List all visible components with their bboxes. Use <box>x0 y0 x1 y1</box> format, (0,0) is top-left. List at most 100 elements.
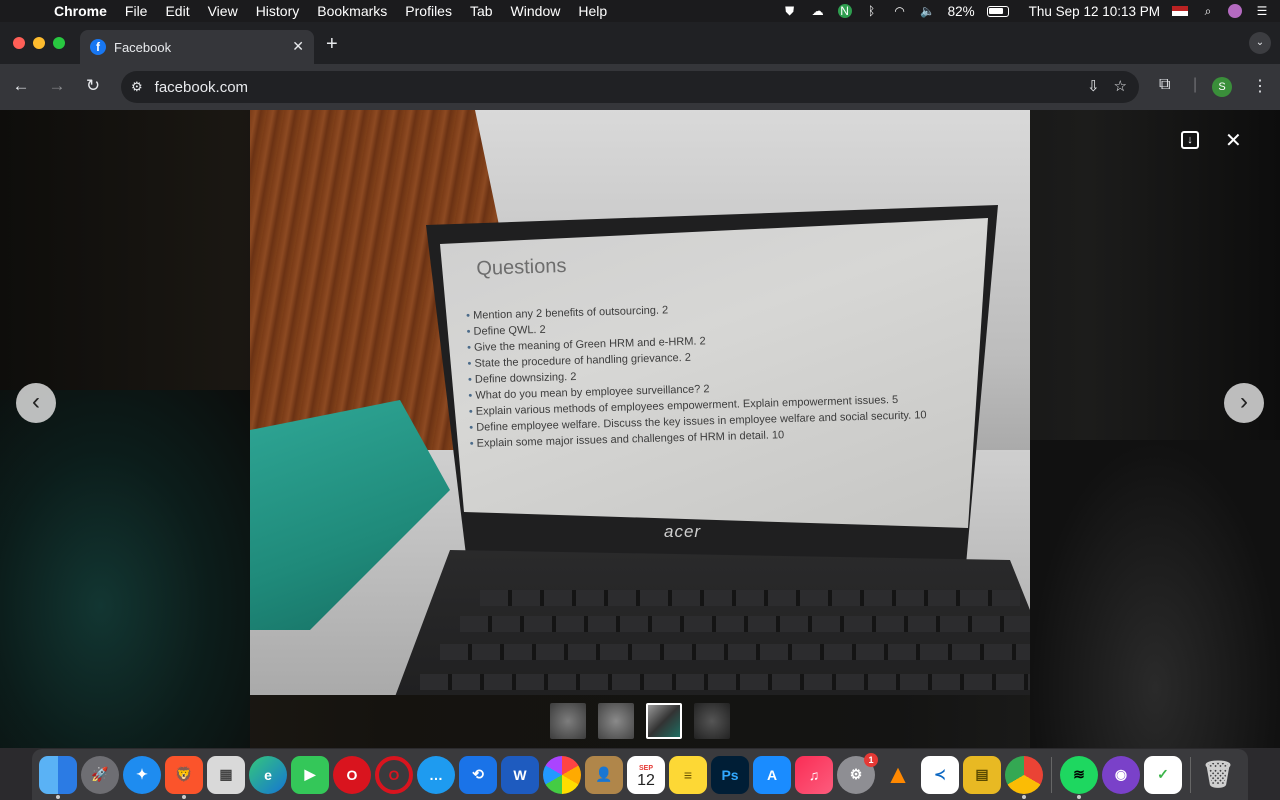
spotlight-search-icon[interactable]: ⌕ <box>1200 4 1216 18</box>
brave-browser-icon[interactable]: 🦁 <box>165 755 203 799</box>
system-settings-icon[interactable]: ⚙ 1 <box>837 752 878 794</box>
volume-icon[interactable]: 🔈 <box>920 4 936 18</box>
trash-icon[interactable]: 🗑 <box>1199 756 1237 794</box>
menu-history[interactable]: History <box>256 3 300 19</box>
facebook-icon: f <box>90 39 106 55</box>
bookmark-star-icon[interactable]: ☆ <box>1114 77 1127 95</box>
vscode-icon[interactable]: ≺ <box>921 755 959 794</box>
photoshop-icon[interactable]: Ps <box>711 755 749 794</box>
date-time[interactable]: Thu Sep 12 10:13 PM <box>1029 4 1160 19</box>
close-viewer-button[interactable]: ✕ <box>1225 128 1242 153</box>
safari-icon[interactable]: ✦ <box>123 755 161 794</box>
opera-icon[interactable]: O <box>333 755 371 794</box>
menu-file[interactable]: File <box>125 3 148 19</box>
site-info-icon[interactable]: ⚙ <box>131 79 143 95</box>
photos-icon[interactable] <box>543 755 581 794</box>
running-indicator <box>1022 794 1026 799</box>
shield-icon[interactable]: ⛊ <box>782 4 798 18</box>
minimize-window-button[interactable] <box>33 37 45 49</box>
keyboard-row <box>480 590 1020 606</box>
app-store-icon[interactable]: A <box>753 755 791 794</box>
slide-title: Questions <box>476 254 567 280</box>
menu-bookmarks[interactable]: Bookmarks <box>317 3 387 19</box>
running-indicator <box>1077 794 1081 799</box>
thumbnail[interactable] <box>598 703 634 739</box>
wifi-icon[interactable]: ◠ <box>892 4 908 18</box>
chrome-icon[interactable] <box>1005 755 1043 799</box>
battery-icon[interactable] <box>986 5 1009 17</box>
background-blur-left <box>0 390 250 748</box>
calendar-day: 12 <box>637 771 655 789</box>
tab-search-chevron-icon[interactable]: ⌄ <box>1249 32 1271 54</box>
chrome-tab-strip: f Facebook ✕ + ⌄ <box>0 22 1280 64</box>
control-center-icon[interactable]: ☰ <box>1254 4 1270 18</box>
zoom-window-button[interactable] <box>53 37 65 49</box>
calendar-icon[interactable]: SEP 12 <box>627 755 665 794</box>
omnibox-actions: ⇩ ☆ <box>1087 77 1127 95</box>
photo: Questions Mention any 2 benefits of outs… <box>250 110 1030 695</box>
address-bar[interactable]: ⚙ facebook.com ⇩ ☆ <box>121 71 1139 103</box>
cloud-icon[interactable]: ☁ <box>810 4 826 18</box>
calculator-icon[interactable]: ▦ <box>207 755 245 794</box>
laptop-brand-logo: acer <box>664 522 702 541</box>
dock-divider <box>1051 756 1052 793</box>
photo-thumbnails <box>550 703 730 739</box>
archive-utility-icon[interactable]: ▤ <box>963 755 1001 794</box>
menu-profiles[interactable]: Profiles <box>405 3 452 19</box>
slide-questions-list: Mention any 2 benefits of outsourcing. 2… <box>466 295 940 452</box>
thumbnail-selected[interactable] <box>646 703 682 739</box>
edge-browser-icon[interactable]: e <box>249 755 287 794</box>
extensions-puzzle-icon[interactable]: ⧉ <box>1159 76 1170 94</box>
finder-icon[interactable] <box>39 755 77 799</box>
close-window-button[interactable] <box>13 37 25 49</box>
menu-window[interactable]: Window <box>511 3 561 19</box>
facetime-icon[interactable]: ▶ <box>291 755 329 794</box>
menu-edit[interactable]: Edit <box>165 3 189 19</box>
siri-icon[interactable] <box>1228 4 1242 18</box>
notes-icon[interactable]: ≡ <box>669 755 707 794</box>
profile-avatar[interactable]: S <box>1212 77 1232 97</box>
menu-tab[interactable]: Tab <box>470 3 493 19</box>
input-source-flag-icon[interactable] <box>1172 6 1188 16</box>
messages-icon[interactable]: … <box>417 755 455 794</box>
bluetooth-icon[interactable]: ᛒ <box>864 4 880 18</box>
adguard-icon[interactable]: ✓ <box>1144 755 1182 794</box>
spotify-icon[interactable]: ≋ <box>1060 755 1098 799</box>
photo-viewer: Questions Mention any 2 benefits of outs… <box>0 110 1280 748</box>
vlc-icon[interactable]: ▲ <box>879 756 917 794</box>
url-text[interactable]: facebook.com <box>155 79 248 96</box>
keyboard-row <box>440 644 1030 660</box>
next-photo-button[interactable]: › <box>1224 383 1264 423</box>
close-tab-icon[interactable]: ✕ <box>292 38 304 55</box>
keyboard-row <box>420 674 1030 690</box>
github-desktop-icon[interactable]: ◉ <box>1102 755 1140 794</box>
previous-photo-button[interactable]: ‹ <box>16 383 56 423</box>
contacts-icon[interactable]: 👤 <box>585 755 623 794</box>
microsoft-word-icon[interactable]: W <box>501 755 539 794</box>
tab-title: Facebook <box>114 39 172 55</box>
shareit-icon[interactable]: ⟲ <box>459 755 497 794</box>
install-app-icon[interactable]: ⇩ <box>1087 77 1100 95</box>
forward-arrow-icon[interactable]: → <box>46 76 68 96</box>
chrome-menu-icon[interactable]: ⋮ <box>1252 76 1268 96</box>
menu-help[interactable]: Help <box>578 3 607 19</box>
tab-facebook[interactable]: f Facebook ✕ <box>80 30 314 64</box>
back-arrow-icon[interactable]: ← <box>10 76 32 96</box>
new-tab-button[interactable]: + <box>326 33 338 56</box>
laptop-keyboard <box>390 550 1030 695</box>
launchpad-icon[interactable]: 🚀 <box>81 755 119 794</box>
opera-gx-icon[interactable]: O <box>375 755 413 794</box>
dock: 🚀 ✦ 🦁 ▦ e ▶ O O … ⟲ W 👤 SEP 12 ≡ Ps A ♫ … <box>32 749 1248 800</box>
thumbnail[interactable] <box>694 703 730 739</box>
battery-percentage: 82% <box>947 3 975 19</box>
menu-view[interactable]: View <box>208 3 238 19</box>
thumbnail[interactable] <box>550 703 586 739</box>
vpn-icon[interactable]: N <box>837 4 852 18</box>
reload-icon[interactable]: ↻ <box>82 76 104 96</box>
chrome-toolbar: ← → ↻ ⚙ facebook.com ⇩ ☆ ⧉ | S ⋮ <box>0 64 1280 110</box>
menu-chrome[interactable]: Chrome <box>54 3 107 19</box>
keyboard-row <box>460 616 1030 632</box>
music-icon[interactable]: ♫ <box>795 755 833 794</box>
macos-menu-bar: Chrome File Edit View History Bookmarks … <box>0 0 1280 22</box>
download-icon[interactable]: ↓ <box>1181 131 1199 149</box>
